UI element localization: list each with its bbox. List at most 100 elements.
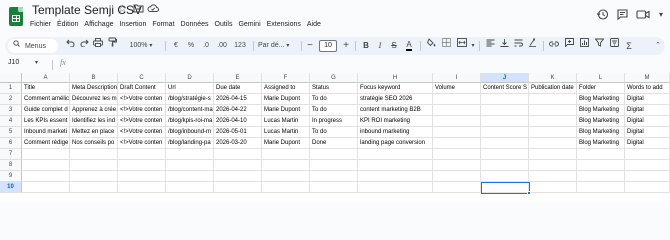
row-header-8[interactable]: 8	[0, 160, 22, 171]
font-size-input[interactable]: 10	[319, 40, 337, 52]
menu-outils[interactable]: Outils	[215, 20, 233, 30]
cell-d2[interactable]: /blog/stratégie-s	[166, 94, 214, 105]
cell-l6[interactable]: Blog Marketing	[577, 138, 625, 149]
cell-j4[interactable]	[481, 116, 529, 127]
cell-b6[interactable]: Nos conseils po	[70, 138, 118, 149]
column-header-d[interactable]: D	[166, 73, 214, 83]
chevron-down-icon[interactable]: ▾	[659, 10, 663, 19]
cell-j3[interactable]	[481, 105, 529, 116]
increase-decimals-button[interactable]: .00	[215, 37, 229, 55]
cell-c8[interactable]	[118, 160, 166, 171]
cell-c9[interactable]	[118, 171, 166, 182]
font-family-select[interactable]: Par dé... ▾	[258, 37, 298, 55]
cell-g5[interactable]: To do	[310, 127, 358, 138]
cell-a3[interactable]: Guide complet d	[22, 105, 70, 116]
cell-h1[interactable]: Focus keyword	[358, 83, 433, 94]
chevron-down-icon[interactable]: ▾	[35, 59, 38, 66]
cell-f6[interactable]: Marie Dupont	[262, 138, 310, 149]
star-icon[interactable]: ☆	[118, 3, 127, 17]
cell-a9[interactable]	[22, 171, 70, 182]
cell-d6[interactable]: /blog/landing-pa	[166, 138, 214, 149]
cell-f1[interactable]: Assigned to	[262, 83, 310, 94]
cell-k10[interactable]	[529, 182, 577, 193]
cell-d9[interactable]	[166, 171, 214, 182]
filter-icon[interactable]	[593, 37, 605, 55]
cell-e10[interactable]	[214, 182, 262, 193]
italic-icon[interactable]: I	[374, 37, 386, 55]
cell-i10[interactable]	[433, 182, 481, 193]
cell-k2[interactable]	[529, 94, 577, 105]
cell-l9[interactable]	[577, 171, 625, 182]
cell-b7[interactable]	[70, 149, 118, 160]
cell-i1[interactable]: Volume	[433, 83, 481, 94]
cell-f9[interactable]	[262, 171, 310, 182]
cell-e2[interactable]: 2026-04-15	[214, 94, 262, 105]
cell-a8[interactable]	[22, 160, 70, 171]
cell-c10[interactable]	[118, 182, 166, 193]
cell-m7[interactable]	[625, 149, 670, 160]
history-icon[interactable]	[596, 8, 609, 24]
cell-k3[interactable]	[529, 105, 577, 116]
insert-chart-icon[interactable]	[578, 37, 590, 55]
select-all-corner[interactable]	[0, 73, 22, 83]
cell-j8[interactable]	[481, 160, 529, 171]
text-wrap-icon[interactable]	[512, 37, 524, 55]
cell-c2[interactable]: <!>Votre conten	[118, 94, 166, 105]
cell-e7[interactable]	[214, 149, 262, 160]
column-header-k[interactable]: K	[529, 73, 577, 83]
cell-b4[interactable]: Identifiez les ind	[70, 116, 118, 127]
cell-m6[interactable]: Digital	[625, 138, 670, 149]
cell-e1[interactable]: Due date	[214, 83, 262, 94]
cell-k7[interactable]	[529, 149, 577, 160]
column-header-c[interactable]: C	[118, 73, 166, 83]
cell-g6[interactable]: Done	[310, 138, 358, 149]
cell-m2[interactable]: Digital	[625, 94, 670, 105]
cell-h3[interactable]: content marketing B2B	[358, 105, 433, 116]
cell-b10[interactable]	[70, 182, 118, 193]
cell-c7[interactable]	[118, 149, 166, 160]
cell-m10[interactable]	[625, 182, 670, 193]
cell-j5[interactable]	[481, 127, 529, 138]
percent-format-button[interactable]: %	[186, 37, 196, 55]
undo-icon[interactable]	[64, 37, 76, 55]
cell-g8[interactable]	[310, 160, 358, 171]
spreadsheet-grid[interactable]: A B C D E F G H I J K L M 1 Title Meta Description Draft…	[0, 73, 670, 201]
column-header-b[interactable]: B	[70, 73, 118, 83]
cell-a1[interactable]: Title	[22, 83, 70, 94]
column-header-h[interactable]: H	[358, 73, 433, 83]
strikethrough-icon[interactable]: S	[388, 37, 400, 55]
cell-a10[interactable]	[22, 182, 70, 193]
cell-h10[interactable]	[358, 182, 433, 193]
cell-e6[interactable]: 2026-03-20	[214, 138, 262, 149]
cell-j7[interactable]	[481, 149, 529, 160]
cell-g4[interactable]: In progress	[310, 116, 358, 127]
print-icon[interactable]	[92, 37, 104, 55]
cell-m4[interactable]: Digital	[625, 116, 670, 127]
cell-l7[interactable]	[577, 149, 625, 160]
menu-edition[interactable]: Édition	[57, 20, 78, 30]
fill-handle[interactable]	[527, 191, 531, 195]
cell-c6[interactable]: <!>Votre conten	[118, 138, 166, 149]
cell-g9[interactable]	[310, 171, 358, 182]
insert-comment-icon[interactable]	[563, 37, 575, 55]
cell-e3[interactable]: 2026-04-22	[214, 105, 262, 116]
cell-j2[interactable]	[481, 94, 529, 105]
cell-e8[interactable]	[214, 160, 262, 171]
cell-l3[interactable]: Blog Marketing	[577, 105, 625, 116]
cell-i9[interactable]	[433, 171, 481, 182]
row-header-4[interactable]: 4	[0, 116, 22, 127]
borders-icon[interactable]	[440, 37, 452, 55]
number-format-button[interactable]: 123	[233, 37, 247, 55]
menu-extensions[interactable]: Extensions	[267, 20, 301, 30]
cell-h5[interactable]: inbound marketing	[358, 127, 433, 138]
cell-i4[interactable]	[433, 116, 481, 127]
menu-gemini[interactable]: Gemini	[238, 20, 260, 30]
fill-color-icon[interactable]	[425, 37, 437, 55]
cell-g10[interactable]	[310, 182, 358, 193]
cell-l1[interactable]: Folder	[577, 83, 625, 94]
decrease-font-size-icon[interactable]: −	[305, 37, 315, 55]
cell-c3[interactable]: <!>Votre conten	[118, 105, 166, 116]
column-header-m[interactable]: M	[625, 73, 670, 83]
row-header-1[interactable]: 1	[0, 83, 22, 94]
formula-input[interactable]	[74, 59, 654, 70]
